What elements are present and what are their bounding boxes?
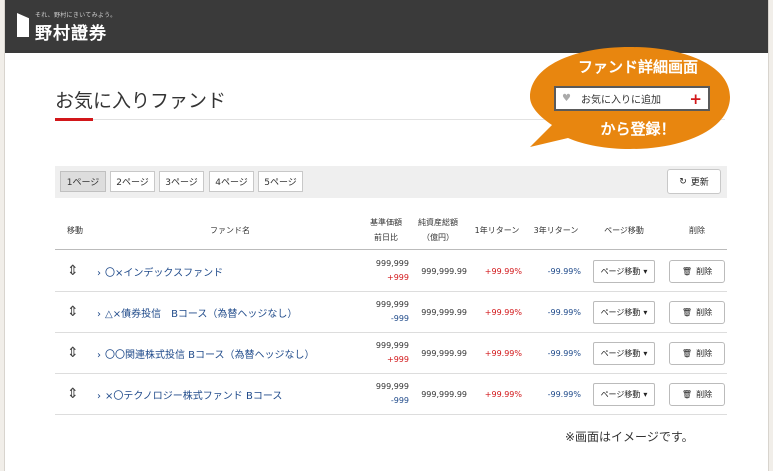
page-move-label: ページ移動 (600, 267, 641, 276)
page-move-label: ページ移動 (600, 308, 641, 317)
col-header-page-move: ページ移動 (604, 226, 644, 235)
trash-icon: 🗑 (681, 267, 693, 276)
nav-diff: +999 (387, 273, 409, 282)
delete-label: 削除 (696, 308, 713, 317)
logo-brand[interactable]: 野村證券 (35, 19, 107, 44)
return-1y: +99.99% (484, 267, 522, 276)
page-tab-1[interactable]: 1ページ (60, 171, 106, 192)
page-move-select[interactable]: ページ移動 ▾ (593, 301, 655, 324)
plus-icon: + (689, 90, 702, 108)
delete-button[interactable]: 🗑 削除 (669, 383, 725, 406)
image-disclaimer: ※画面はイメージです。 (565, 430, 694, 444)
return-1y: +99.99% (484, 390, 522, 399)
return-1y: +99.99% (484, 349, 522, 358)
fund-name-link[interactable]: › 〇〇関連株式投信 Bコース（為替ヘッジなし） (97, 346, 315, 361)
col-header-assets-unit: （億円） (422, 233, 454, 242)
trash-icon: 🗑 (681, 308, 693, 317)
delete-label: 削除 (696, 390, 713, 399)
table-row: ⇕ › △×債券投信 Bコース（為替ヘッジなし） 999,999 -999 999… (55, 292, 727, 333)
net-assets: 999,999.99 (421, 267, 467, 276)
nav-diff: -999 (390, 314, 409, 323)
title-accent-bar (55, 118, 93, 121)
delete-button[interactable]: 🗑 削除 (669, 260, 725, 283)
fund-name: △×債券投信 Bコース（為替ヘッジなし） (105, 309, 298, 320)
fund-name-link[interactable]: › △×債券投信 Bコース（為替ヘッジなし） (97, 305, 297, 320)
net-assets: 999,999.99 (421, 349, 467, 358)
trash-icon: 🗑 (681, 349, 693, 358)
chevron-right-icon: › (97, 268, 101, 279)
page-move-select[interactable]: ページ移動 ▾ (593, 342, 655, 365)
refresh-icon: ↻ (679, 176, 687, 187)
callout-subtitle: から登録！ (600, 120, 676, 138)
page-move-select[interactable]: ページ移動 ▾ (593, 383, 655, 406)
add-favorite-label: お気に入りに追加 (580, 95, 661, 106)
refresh-label: 更新 (690, 178, 709, 188)
nav-value: 999,999 (375, 382, 409, 391)
col-header-assets: 純資産総額 (418, 218, 458, 227)
trash-icon: 🗑 (681, 390, 693, 399)
table-header-divider (55, 249, 727, 250)
page-move-label: ページ移動 (600, 390, 641, 399)
page-tab-5[interactable]: 5ページ (258, 171, 303, 192)
nav-value: 999,999 (375, 259, 409, 268)
callout-title: ファンド詳細画面 (577, 58, 698, 76)
nav-diff: -999 (390, 396, 409, 405)
col-header-delete: 削除 (689, 226, 705, 235)
fund-name: 〇〇関連株式投信 Bコース（為替ヘッジなし） (105, 350, 315, 361)
page-tab-4[interactable]: 4ページ (209, 171, 254, 192)
return-1y: +99.99% (484, 308, 522, 317)
caret-down-icon: ▾ (643, 308, 648, 317)
logo-mark-icon (17, 13, 29, 37)
nav-value: 999,999 (375, 300, 409, 309)
page-move-select[interactable]: ページ移動 ▾ (593, 260, 655, 283)
fund-name: 〇×インデックスファンド (105, 268, 224, 279)
net-assets: 999,999.99 (421, 308, 467, 317)
table-row: ⇕ › 〇〇関連株式投信 Bコース（為替ヘッジなし） 999,999 +999 9… (55, 333, 727, 374)
chevron-right-icon: › (97, 350, 101, 361)
nav-value: 999,999 (375, 341, 409, 350)
fund-name-link[interactable]: › 〇×インデックスファンド (97, 264, 223, 279)
delete-label: 削除 (696, 349, 713, 358)
caret-down-icon: ▾ (643, 267, 648, 276)
fund-name: ×〇テクノロジー株式ファンド Bコース (105, 391, 283, 402)
page-tab-2[interactable]: 2ページ (110, 171, 155, 192)
fund-name-link[interactable]: › ×〇テクノロジー株式ファンド Bコース (97, 387, 282, 402)
return-3y: -99.99% (547, 308, 581, 317)
add-favorite-button[interactable]: ♥ お気に入りに追加 + (554, 86, 710, 111)
refresh-button[interactable]: ↻ 更新 (667, 169, 721, 194)
up-down-arrows-icon[interactable]: ⇕ (67, 304, 79, 320)
heart-icon: ♥ (562, 93, 571, 104)
up-down-arrows-icon[interactable]: ⇕ (67, 263, 79, 279)
nav-diff: +999 (387, 355, 409, 364)
caret-down-icon: ▾ (643, 349, 648, 358)
pagination-bar: 1ページ 2ページ 3ページ 4ページ 5ページ ↻ 更新 (55, 166, 727, 198)
col-header-return-3y: 3年リターン (533, 226, 579, 235)
page-tab-3[interactable]: 3ページ (159, 171, 204, 192)
delete-button[interactable]: 🗑 削除 (669, 342, 725, 365)
col-header-nav: 基準価額 (370, 218, 402, 227)
col-header-fund-name: ファンド名 (210, 226, 250, 235)
return-3y: -99.99% (547, 390, 581, 399)
delete-button[interactable]: 🗑 削除 (669, 301, 725, 324)
table-row: ⇕ › ×〇テクノロジー株式ファンド Bコース 999,999 -999 999,… (55, 374, 727, 415)
up-down-arrows-icon[interactable]: ⇕ (67, 386, 79, 402)
page-move-label: ページ移動 (600, 349, 641, 358)
up-down-arrows-icon[interactable]: ⇕ (67, 345, 79, 361)
page-title: お気に入りファンド (55, 90, 227, 112)
delete-label: 削除 (696, 267, 713, 276)
return-3y: -99.99% (547, 267, 581, 276)
caret-down-icon: ▾ (643, 390, 648, 399)
col-header-return-1y: 1年リターン (474, 226, 520, 235)
net-assets: 999,999.99 (421, 390, 467, 399)
table-row: ⇕ › 〇×インデックスファンド 999,999 +999 999,999.99 … (55, 251, 727, 292)
logo-tagline: それ、野村にきいてみよう。 (35, 12, 117, 19)
chevron-right-icon: › (97, 309, 101, 320)
chevron-right-icon: › (97, 391, 101, 402)
col-header-nav-diff: 前日比 (374, 233, 398, 242)
col-header-move: 移動 (67, 226, 83, 235)
return-3y: -99.99% (547, 349, 581, 358)
